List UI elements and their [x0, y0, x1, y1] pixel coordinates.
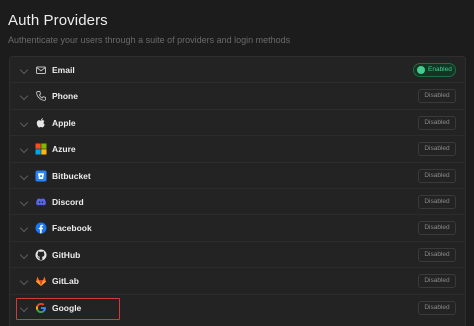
chevron-down-icon[interactable]	[19, 118, 29, 128]
azure-icon	[35, 143, 47, 155]
provider-row-azure[interactable]: Azure Disabled	[10, 136, 465, 163]
provider-row-phone[interactable]: Phone Disabled	[10, 83, 465, 110]
status-badge: Disabled	[418, 115, 456, 130]
status-label: Enabled	[428, 66, 452, 73]
provider-list: Email Enabled Phone Disabled Apple Disab…	[9, 56, 466, 326]
provider-row-google[interactable]: Google Disabled	[10, 295, 465, 321]
provider-name: Discord	[52, 197, 84, 207]
provider-name: Apple	[52, 117, 76, 128]
provider-row-bitbucket[interactable]: Bitbucket Disabled	[10, 163, 465, 189]
chevron-down-icon[interactable]	[19, 303, 29, 312]
provider-row-facebook[interactable]: Facebook Disabled	[10, 215, 465, 242]
apple-icon	[35, 117, 47, 129]
provider-name: Bitbucket	[52, 170, 91, 181]
chevron-down-icon[interactable]	[19, 65, 29, 75]
provider-row-email[interactable]: Email Enabled	[10, 57, 465, 84]
google-icon	[35, 302, 47, 314]
status-badge: Disabled	[418, 300, 456, 315]
chevron-down-icon[interactable]	[19, 92, 29, 101]
provider-name: GitLab	[52, 276, 79, 287]
status-dot	[417, 66, 425, 74]
mail-icon	[35, 64, 47, 76]
provider-name: Email	[52, 65, 75, 75]
status-badge: Disabled	[418, 89, 456, 104]
provider-name: Facebook	[52, 223, 92, 234]
chevron-down-icon[interactable]	[19, 250, 29, 260]
chevron-down-icon[interactable]	[19, 144, 29, 154]
status-badge: Disabled	[418, 142, 456, 157]
provider-name: GitHub	[52, 249, 81, 260]
chevron-down-icon[interactable]	[19, 171, 29, 180]
provider-row-apple[interactable]: Apple Disabled	[10, 110, 465, 137]
provider-name: Phone	[52, 91, 78, 102]
provider-name: Azure	[52, 144, 76, 155]
facebook-icon	[35, 222, 47, 234]
github-icon	[35, 249, 47, 261]
bitbucket-icon	[35, 170, 47, 182]
provider-row-discord[interactable]: Discord Disabled	[10, 189, 465, 216]
gitlab-icon	[35, 275, 47, 287]
provider-row-gitlab[interactable]: GitLab Disabled	[10, 268, 465, 295]
discord-icon	[35, 196, 47, 208]
provider-row-github[interactable]: GitHub Disabled	[10, 242, 465, 269]
phone-icon	[35, 90, 47, 102]
page-subtitle: Authenticate your users through a suite …	[8, 35, 291, 45]
provider-name: Google	[52, 302, 82, 313]
status-badge: Disabled	[418, 168, 456, 183]
status-badge: Disabled	[418, 247, 456, 262]
page-title: Auth Providers	[8, 12, 108, 29]
status-badge: Enabled	[413, 63, 456, 77]
chevron-down-icon[interactable]	[19, 224, 29, 233]
status-badge: Disabled	[418, 195, 456, 209]
chevron-down-icon[interactable]	[19, 197, 29, 207]
chevron-down-icon[interactable]	[19, 276, 29, 286]
status-badge: Disabled	[418, 274, 456, 289]
status-badge: Disabled	[418, 221, 456, 236]
